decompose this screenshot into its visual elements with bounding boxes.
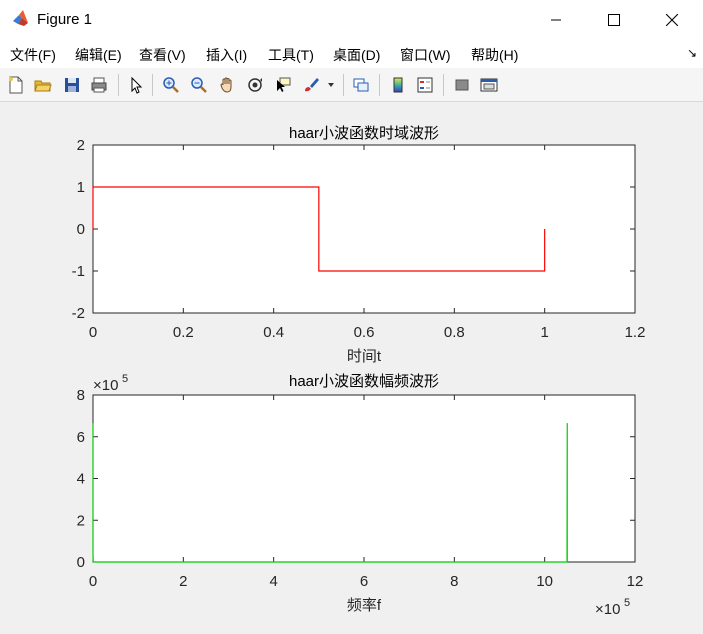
menu-bar: 文件(F) 编辑(E) 查看(V) 插入(I) 工具(T) 桌面(D) 窗口(W… <box>0 40 703 68</box>
y-exponent-label: ×10 5 <box>93 373 128 394</box>
x-tick-label: 12 <box>627 573 644 590</box>
menu-help[interactable]: 帮助(H) <box>471 45 518 65</box>
y-tick-label: 8 <box>77 387 85 404</box>
toolbar-separator <box>118 74 119 96</box>
maximize-button[interactable] <box>591 0 637 40</box>
toolbar-separator <box>443 74 444 96</box>
minimize-button[interactable] <box>533 0 579 40</box>
x-tick-label: 1.2 <box>625 324 646 341</box>
y-tick-label: 2 <box>77 137 85 154</box>
open-icon[interactable] <box>32 74 54 96</box>
window-title: Figure 1 <box>37 11 93 28</box>
print-icon[interactable] <box>88 74 110 96</box>
new-figure-icon[interactable] <box>5 74 27 96</box>
y-tick-label: 6 <box>77 429 85 446</box>
y-tick-label: 0 <box>77 221 85 238</box>
minimize-icon <box>551 19 561 21</box>
y-tick-label: 2 <box>77 512 85 529</box>
x-tick-label: 0.4 <box>263 324 284 341</box>
y-tick-label: 0 <box>77 554 85 571</box>
title-bar[interactable]: Figure 1 <box>0 0 703 40</box>
zoom-in-icon[interactable] <box>160 74 182 96</box>
x-tick-label: 10 <box>536 573 553 590</box>
x-tick-label: 0 <box>89 573 97 590</box>
menu-edit[interactable]: 编辑(E) <box>75 45 122 65</box>
x-tick-label: 6 <box>360 573 368 590</box>
close-icon <box>666 14 678 26</box>
rotate-3d-icon[interactable] <box>244 74 266 96</box>
axes-box <box>92 394 636 563</box>
x-axis-label: 频率f <box>347 597 382 614</box>
y-tick-label: 4 <box>77 471 85 488</box>
data-cursor-icon[interactable] <box>272 74 294 96</box>
colorbar-icon[interactable] <box>387 74 409 96</box>
x-axis-label: 时间t <box>347 348 382 365</box>
x-tick-label: 4 <box>269 573 277 590</box>
y-tick-label: 1 <box>77 179 85 196</box>
x-tick-label: 0 <box>89 324 97 341</box>
toolbar-separator <box>343 74 344 96</box>
menu-view[interactable]: 查看(V) <box>139 45 186 65</box>
x-tick-label: 2 <box>179 573 187 590</box>
link-plot-icon[interactable] <box>350 74 372 96</box>
legend-icon[interactable] <box>414 74 436 96</box>
plot-area[interactable]: haar小波函数时域波形 时间t 0 0.2 0.4 0.6 0.8 1 1.2 -2 -1 0… <box>0 102 703 629</box>
save-icon[interactable] <box>61 74 83 96</box>
menu-desktop[interactable]: 桌面(D) <box>333 45 380 65</box>
x-multiplier-text: ×10 <box>595 601 620 618</box>
pointer-icon[interactable] <box>125 74 147 96</box>
pan-hand-icon[interactable] <box>216 74 238 96</box>
y-tick-label: -1 <box>72 263 85 280</box>
x-tick-label: 8 <box>450 573 458 590</box>
toolbar-separator <box>152 74 153 96</box>
toolbar-separator <box>379 74 380 96</box>
matlab-logo-icon <box>13 10 28 26</box>
x-tick-label: 0.6 <box>354 324 375 341</box>
y-tick-label: -2 <box>72 305 85 322</box>
axes-box <box>92 144 636 314</box>
brush-icon[interactable] <box>300 74 322 96</box>
brush-dropdown-icon[interactable] <box>324 74 338 96</box>
dock-arrow-icon[interactable]: ↘ <box>687 46 697 60</box>
toolbar <box>0 68 703 102</box>
close-button[interactable] <box>649 0 695 40</box>
menu-tools[interactable]: 工具(T) <box>268 45 314 65</box>
maximize-icon <box>608 14 620 26</box>
axes-time-domain[interactable]: haar小波函数时域波形 时间t 0 0.2 0.4 0.6 0.8 1 1.2 -2 -1 0… <box>72 125 646 365</box>
menu-file[interactable]: 文件(F) <box>10 45 56 65</box>
x-tick-label: 0.2 <box>173 324 194 341</box>
menu-window[interactable]: 窗口(W) <box>400 45 451 65</box>
show-plot-tools-icon[interactable] <box>478 74 500 96</box>
x-exponent-label: ×10 5 <box>595 597 630 618</box>
axes-frequency-domain[interactable]: haar小波函数幅频波形 频率f ×10 5 ×10 5 0 2 4 6 8 10 12 0… <box>77 373 644 618</box>
zoom-out-icon[interactable] <box>188 74 210 96</box>
figure-canvas[interactable]: haar小波函数时域波形 时间t 0 0.2 0.4 0.6 0.8 1 1.2 -2 -1 0… <box>0 102 703 629</box>
y-exponent-text: 5 <box>122 373 128 385</box>
x-tick-label: 0.8 <box>444 324 465 341</box>
axes-title: haar小波函数时域波形 <box>289 125 439 142</box>
x-tick-label: 1 <box>540 324 548 341</box>
hide-plot-tools-icon[interactable] <box>451 74 473 96</box>
y-multiplier-text: ×10 <box>93 377 118 394</box>
axes-title: haar小波函数幅频波形 <box>289 373 439 390</box>
x-exponent-text: 5 <box>624 597 630 609</box>
figure-window: Figure 1 文件(F) 编辑(E) 查看(V) 插入(I) 工具(T) 桌… <box>0 0 703 629</box>
menu-insert[interactable]: 插入(I) <box>206 45 247 65</box>
